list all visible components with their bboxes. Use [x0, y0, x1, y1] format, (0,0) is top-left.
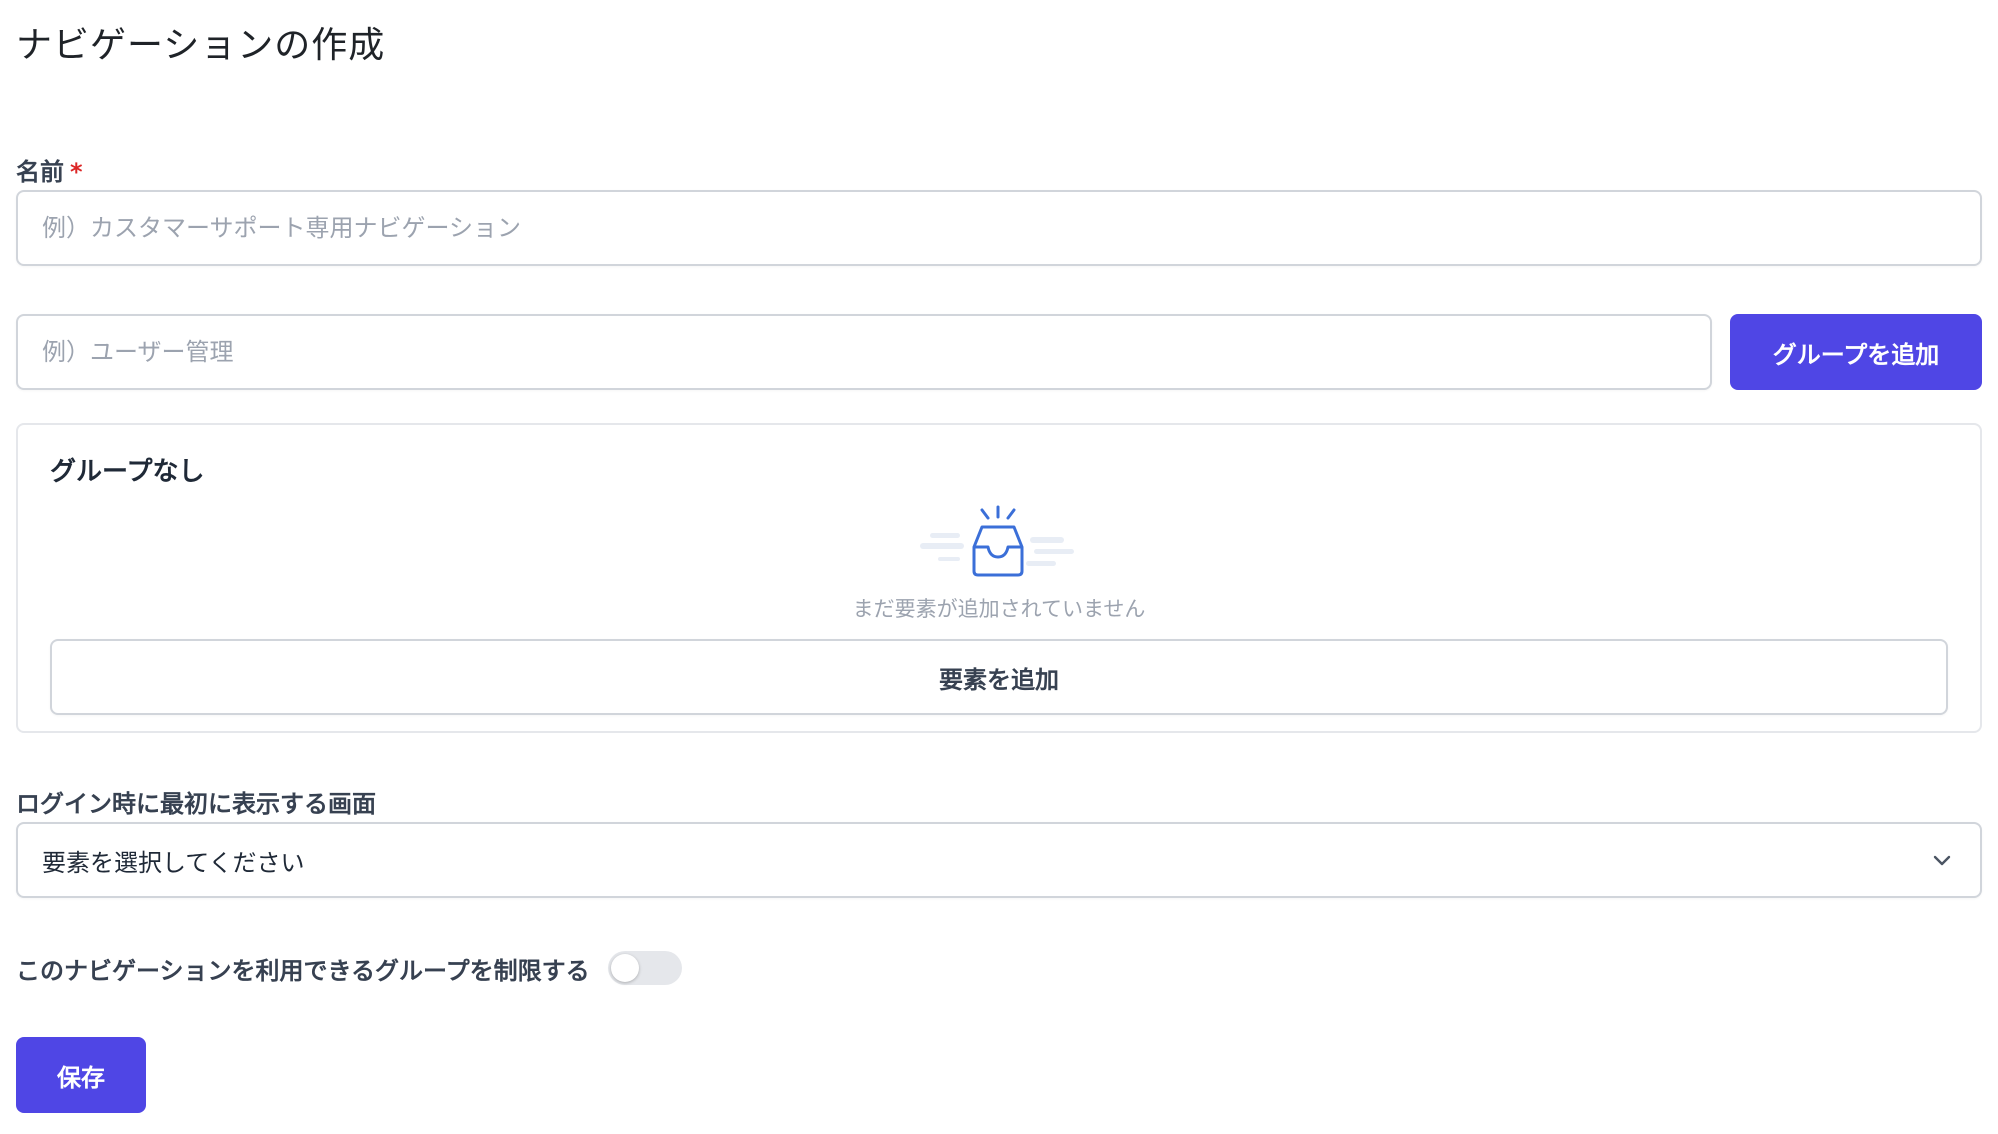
create-navigation-page: ナビゲーションの作成 名前* グループを追加 グループなし [0, 0, 1998, 1134]
add-group-button[interactable]: グループを追加 [1730, 314, 1982, 390]
name-input[interactable] [16, 190, 1982, 266]
group-panel-ungrouped: グループなし まだ要素が追加されていません 要素を追加 [16, 423, 1982, 733]
group-name-input[interactable] [16, 314, 1712, 390]
required-mark: * [70, 158, 83, 186]
chevron-down-icon [1928, 846, 1956, 874]
add-element-button[interactable]: 要素を追加 [50, 639, 1948, 715]
initial-screen-label: ログイン時に最初に表示する画面 [16, 790, 376, 818]
name-label-text: 名前 [16, 158, 64, 186]
save-button[interactable]: 保存 [16, 1037, 146, 1113]
restriction-toggle[interactable] [607, 951, 682, 985]
restriction-toggle-label: このナビゲーションを利用できるグループを制限する [16, 956, 590, 985]
initial-screen-selected-value: 要素を選択してください [42, 848, 305, 877]
page-title: ナビゲーションの作成 [16, 25, 386, 66]
initial-screen-select[interactable]: 要素を選択してください [16, 822, 1982, 898]
name-field-label: 名前 * [16, 152, 83, 187]
restriction-toggle-row: このナビゲーションを利用できるグループを制限する [16, 948, 682, 988]
empty-state: まだ要素が追加されていません [18, 503, 1980, 623]
inbox-icon [920, 505, 1074, 577]
toggle-knob [610, 954, 639, 982]
group-title: グループなし [50, 457, 205, 487]
empty-state-text: まだ要素が追加されていません [852, 597, 1146, 621]
